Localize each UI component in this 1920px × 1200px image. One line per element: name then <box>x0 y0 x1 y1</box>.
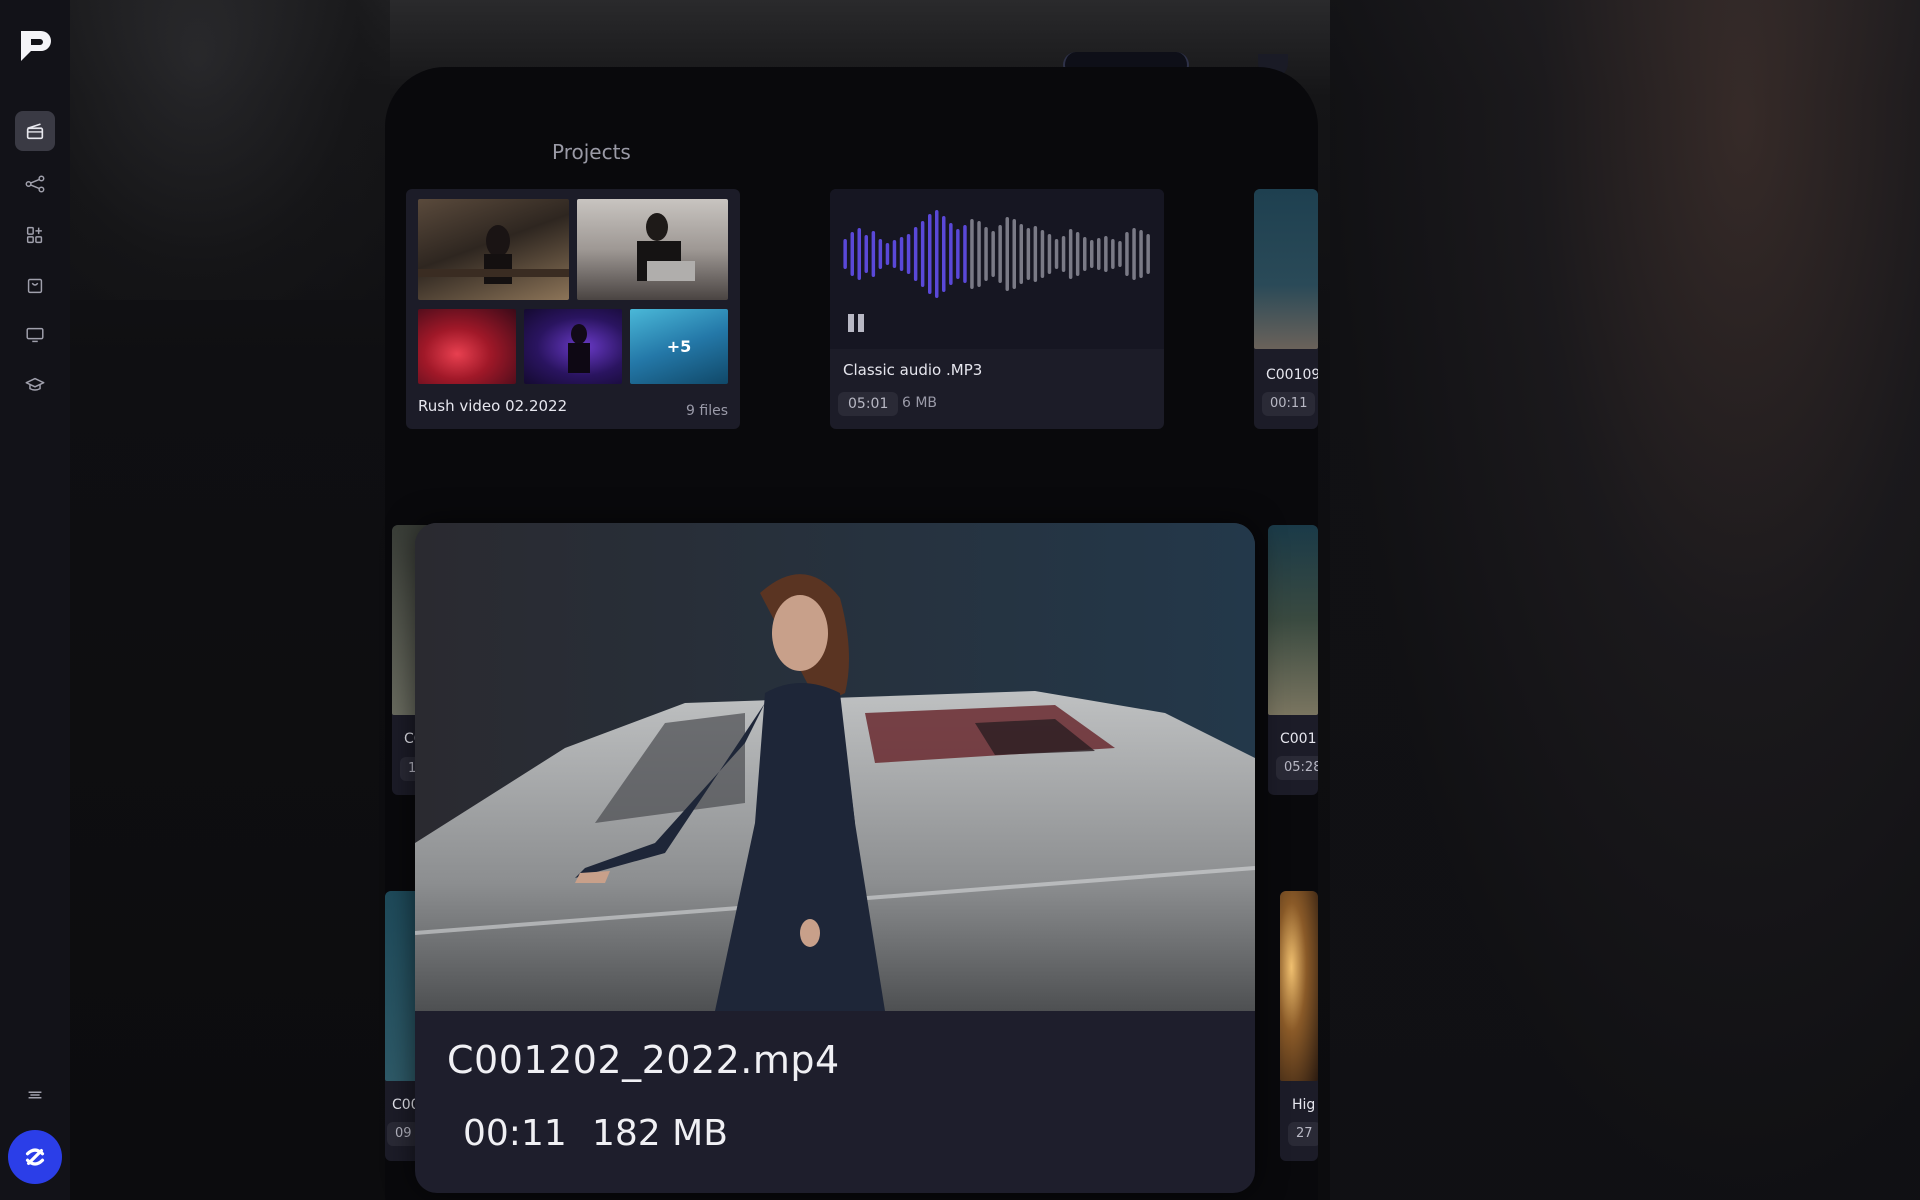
waveform-bar <box>871 231 876 277</box>
clapperboard-icon <box>26 123 44 140</box>
clip-card[interactable]: Hig 27 <box>1280 891 1318 1161</box>
sidebar <box>0 0 70 1200</box>
card-title: Classic audio .MP3 <box>843 361 983 379</box>
waveform-bar <box>1132 228 1136 280</box>
duration-badge: 00:11 <box>1262 392 1316 416</box>
duration-badge: 05:01 <box>838 392 899 416</box>
audio-card[interactable]: Classic audio .MP3 05:01 6 MB <box>830 189 1164 429</box>
waveform-bar <box>864 235 868 273</box>
background-blur <box>1330 0 1920 1200</box>
pause-icon[interactable] <box>848 314 864 332</box>
thumbnail-more: +5 <box>630 309 728 384</box>
card-title: Rush video 02.2022 <box>418 397 568 415</box>
waveform <box>843 210 1150 298</box>
waveform-bar <box>1111 239 1115 269</box>
thumbnail <box>1280 891 1318 1081</box>
waveform-bar <box>920 221 925 287</box>
waveform-bar <box>878 239 883 269</box>
waveform-bar <box>1146 234 1150 274</box>
preview-image <box>415 523 1255 1011</box>
sidebar-item-share[interactable] <box>15 164 55 204</box>
waveform-bar <box>892 240 897 268</box>
preview-size: 182 MB <box>592 1113 728 1154</box>
thumbnail <box>418 309 516 384</box>
waveform-bar <box>949 223 953 285</box>
sidebar-item-apps[interactable] <box>15 215 55 255</box>
more-badge: +5 <box>666 337 692 356</box>
waveform-bar <box>956 229 960 279</box>
thumbnail <box>524 309 622 384</box>
waveform-bar <box>1097 238 1101 270</box>
brand-badge-icon <box>25 1148 45 1166</box>
waveform-bar <box>850 232 854 276</box>
clip-card[interactable]: C001 05:28 <box>1268 525 1318 795</box>
waveform-bar <box>1012 219 1016 289</box>
thumbnail <box>1268 525 1318 715</box>
section-title: Projects <box>552 140 631 164</box>
waveform-bar <box>1068 229 1073 279</box>
waveform-bar <box>991 231 995 277</box>
waveform-bar <box>1033 226 1038 282</box>
waveform-bar <box>899 237 904 271</box>
waveform-bar <box>963 225 967 283</box>
clip-preview[interactable]: C001202_2022.mp4 00:11 182 MB <box>415 523 1255 1193</box>
brand-badge-button[interactable] <box>8 1130 62 1184</box>
preview-file-name: C001202_2022.mp4 <box>447 1038 840 1082</box>
shopping-bag-icon <box>27 278 43 294</box>
waveform-bar <box>913 227 918 281</box>
waveform-bar <box>1019 224 1023 284</box>
waveform-bar <box>1104 236 1108 272</box>
waveform-bar <box>1139 230 1143 278</box>
sidebar-item-projects[interactable] <box>15 111 55 151</box>
waveform-bar <box>1026 228 1031 280</box>
logo-icon[interactable] <box>15 27 55 67</box>
waveform-bar <box>1075 232 1080 276</box>
share-nodes-icon <box>25 175 45 193</box>
card-title: Hig <box>1292 1097 1316 1113</box>
waveform-bar <box>1054 239 1059 269</box>
monitor-icon <box>26 327 44 343</box>
waveform-bar <box>970 219 974 289</box>
duration-badge: 05:28 <box>1276 756 1318 780</box>
thumbnail <box>418 199 569 300</box>
apps-add-icon <box>26 226 43 244</box>
waveform-bar <box>1005 217 1009 291</box>
file-count: 9 files <box>686 403 728 419</box>
waveform-bar <box>942 216 946 292</box>
sidebar-item-shop[interactable] <box>15 265 55 305</box>
card-title: C00109 <box>1266 367 1318 383</box>
background-blur <box>70 0 390 300</box>
waveform-bar <box>998 225 1002 283</box>
waveform-bar <box>1090 240 1094 268</box>
waveform-bar <box>1118 241 1122 267</box>
sidebar-item-learn[interactable] <box>15 365 55 405</box>
waveform-bar <box>857 228 861 280</box>
thumbnail <box>1254 189 1318 349</box>
waveform-bar <box>977 221 981 287</box>
waveform-bar <box>906 234 911 274</box>
duration-badge: 27 <box>1288 1122 1318 1146</box>
graduation-cap-icon <box>25 377 45 391</box>
waveform-bar <box>843 239 847 269</box>
waveform-bar <box>1083 237 1087 271</box>
thumbnail <box>577 199 728 300</box>
file-size: 6 MB <box>902 395 938 411</box>
clip-card[interactable]: C00109 00:11 <box>1254 189 1318 429</box>
waveform-bar <box>935 210 939 298</box>
waveform-bar <box>1047 234 1052 274</box>
menu-lines-icon[interactable] <box>15 1075 55 1115</box>
project-card[interactable]: +5 Rush video 02.2022 9 files <box>406 189 740 429</box>
waveform-bar <box>885 243 890 265</box>
preview-duration: 00:11 <box>463 1113 567 1154</box>
waveform-bar <box>984 227 988 281</box>
card-title: C001 <box>1280 731 1317 747</box>
sidebar-item-screens[interactable] <box>15 315 55 355</box>
waveform-bar <box>1061 236 1066 272</box>
waveform-bar <box>1040 230 1045 278</box>
waveform-bar <box>1125 232 1129 276</box>
app-root: Projects +5 Rush video 02.2022 9 files C… <box>0 0 1920 1200</box>
waveform-bar <box>928 214 932 294</box>
